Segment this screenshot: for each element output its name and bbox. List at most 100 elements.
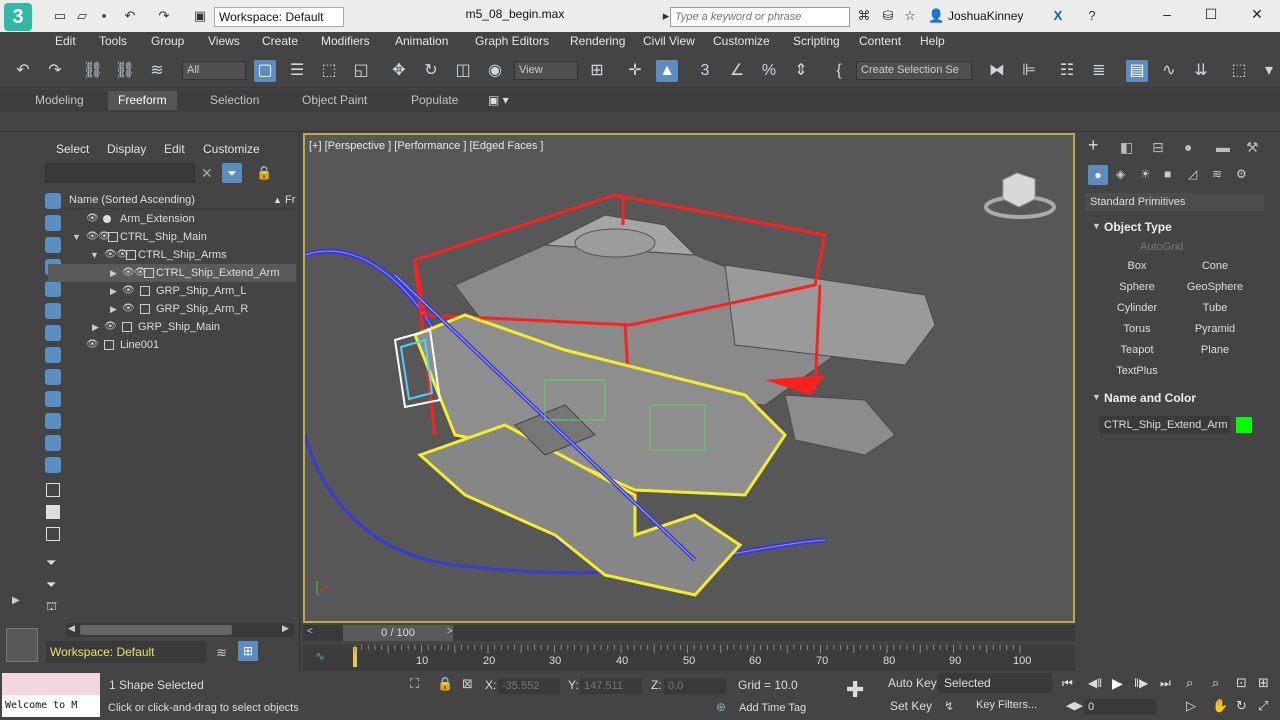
new-file-icon[interactable]: ▭ <box>52 8 68 24</box>
tab-freeform[interactable]: Freeform <box>108 91 177 110</box>
object-name-field[interactable]: CTRL_Ship_Extend_Arm <box>1100 416 1230 434</box>
bind-space-warp-icon[interactable]: ≋ <box>146 60 168 82</box>
display-tab-icon[interactable]: ▬ <box>1216 139 1230 155</box>
time-slider-thumb[interactable]: 0 / 100 <box>343 625 453 641</box>
menu-graph-editors[interactable]: Graph Editors <box>475 34 549 48</box>
y-coordinate-field[interactable]: 147.511 <box>580 678 642 694</box>
tree-row[interactable]: 👁 Arm_Extension <box>48 210 296 228</box>
explorer-workspace-dropdown[interactable]: Workspace: Default <box>46 641 206 663</box>
go-to-end-icon[interactable]: ⏭ <box>1160 676 1171 691</box>
window-crossing-icon[interactable]: ◱ <box>350 60 372 82</box>
close-button[interactable]: ✕ <box>1242 4 1272 24</box>
textplus-button[interactable]: TextPlus <box>1104 362 1170 380</box>
curve-editor-icon[interactable]: ∿ <box>1158 60 1180 82</box>
shapes-icon[interactable]: ◈ <box>1116 167 1125 181</box>
x-coordinate-field[interactable]: -35.552 <box>498 678 560 694</box>
scroll-left-icon[interactable]: ◀ <box>68 623 75 634</box>
visibility-eye-icon[interactable]: 👁 <box>122 300 135 318</box>
pyramid-button[interactable]: Pyramid <box>1182 320 1248 338</box>
collapse-caret-icon[interactable]: ▼ <box>90 246 99 264</box>
align-icon[interactable]: ⊫ <box>1018 60 1040 82</box>
menu-rendering[interactable]: Rendering <box>570 34 625 48</box>
tube-button[interactable]: Tube <box>1182 299 1248 317</box>
modify-tab-icon[interactable]: ◧ <box>1120 139 1133 156</box>
schematic-view-icon[interactable]: ⇊ <box>1190 60 1212 82</box>
rotate-icon[interactable]: ↻ <box>420 60 442 82</box>
previous-frame-icon[interactable]: ◀‖ <box>1088 676 1102 690</box>
move-icon[interactable]: ✥ <box>388 60 410 82</box>
menu-create[interactable]: Create <box>262 34 298 48</box>
select-by-name-icon[interactable]: ☰ <box>286 60 308 82</box>
explorer-search-input[interactable] <box>45 163 195 183</box>
project-folder-icon[interactable]: ▣ <box>192 8 208 24</box>
toggle-ribbon-icon[interactable]: ▤ <box>1126 60 1148 82</box>
undo-icon[interactable]: ↶ <box>12 60 34 82</box>
keyboard-shortcut-override-icon[interactable]: ▲ <box>656 60 678 82</box>
scrollbar-thumb[interactable] <box>80 625 232 635</box>
expand-caret-icon[interactable]: ▶ <box>92 318 99 336</box>
create-tab-icon[interactable]: + <box>1088 135 1099 156</box>
visibility-eye-icon[interactable]: 👁 <box>104 318 117 336</box>
space-warps-icon[interactable]: ≋ <box>1212 167 1222 181</box>
current-frame-field[interactable]: 0 <box>1084 699 1156 715</box>
go-to-start-icon[interactable]: ⏮ <box>1062 676 1073 691</box>
place-icon[interactable]: ◉ <box>484 60 506 82</box>
column-name[interactable]: Name (Sorted Ascending) <box>69 191 195 209</box>
key-tangent-icon[interactable]: ↯ <box>944 699 954 713</box>
link-icon[interactable]: ⛓ <box>82 60 104 82</box>
explorer-tab-edit[interactable]: Edit <box>164 142 185 156</box>
menu-tools[interactable]: Tools <box>99 34 127 48</box>
select-manipulate-icon[interactable]: ✛ <box>624 60 646 82</box>
display-hidden-icon[interactable] <box>45 457 61 473</box>
viewport-label[interactable]: [+] [Perspective ] [Performance ] [Edged… <box>309 140 543 152</box>
menu-civil-view[interactable]: Civil View <box>643 34 695 48</box>
plane-button[interactable]: Plane <box>1182 341 1248 359</box>
set-keys-icon[interactable]: ✚ <box>846 677 864 703</box>
rollout-collapse-icon[interactable]: ▼ <box>1092 392 1101 402</box>
menu-help[interactable]: Help <box>920 34 945 48</box>
display-none-all-icon[interactable] <box>46 505 60 519</box>
maxscript-listener-top[interactable] <box>2 673 100 695</box>
maximize-button[interactable]: ☐ <box>1196 4 1226 24</box>
zoom-all-icon[interactable]: ⌕ <box>1212 675 1219 691</box>
field-of-view-icon[interactable]: ▷ <box>1186 698 1196 714</box>
binoculars-icon[interactable]: ⌘ <box>856 8 872 24</box>
sort-ascending-icon[interactable]: ▲ <box>273 191 282 209</box>
lock-icon[interactable]: 🔒 <box>256 165 272 181</box>
redo-icon[interactable]: ↷ <box>156 8 172 24</box>
layer-icon[interactable]: ≋ <box>216 645 227 661</box>
edit-named-selection-icon[interactable]: { <box>828 60 850 82</box>
user-name[interactable]: JoshuaKinney <box>948 9 1023 23</box>
sphere-button[interactable]: Sphere <box>1104 278 1170 296</box>
hierarchy-tab-icon[interactable]: ⊟ <box>1152 139 1164 156</box>
ribbon-options-icon[interactable]: ▣ ▾ <box>488 93 509 107</box>
box-button[interactable]: Box <box>1104 257 1170 275</box>
object-color-swatch[interactable] <box>1236 417 1252 433</box>
display-all-icon[interactable] <box>46 483 60 497</box>
visibility-eye-icon[interactable]: 👁 <box>86 336 99 354</box>
undo-icon[interactable]: ↶ <box>122 8 138 24</box>
maximize-viewport-icon[interactable]: ⤢ <box>1258 698 1268 714</box>
tree-row[interactable]: ▶ 👁 GRP_Ship_Main <box>48 318 296 336</box>
unlink-icon[interactable]: ⛓ <box>114 60 136 82</box>
zoom-icon[interactable]: ⌕ <box>1186 675 1193 691</box>
autogrid-checkbox[interactable]: AutoGrid <box>1140 241 1183 253</box>
explorer-column-header[interactable]: Name (Sorted Ascending) ▲ Fr <box>65 191 295 209</box>
object-type-title[interactable]: Object Type <box>1104 220 1172 234</box>
percent-snap-icon[interactable]: % <box>758 60 780 82</box>
hierarchy-icon[interactable]: ⊞ <box>238 641 258 661</box>
menu-animation[interactable]: Animation <box>395 34 448 48</box>
layer-explorer-icon[interactable]: ≣ <box>1088 60 1110 82</box>
column-frozen[interactable]: Fr <box>285 191 295 209</box>
perspective-viewport[interactable]: [+] [Perspective ] [Performance ] [Edged… <box>303 133 1075 623</box>
tab-modeling[interactable]: Modeling <box>35 93 84 107</box>
time-prev-icon[interactable]: < <box>307 626 313 637</box>
auto-key-button[interactable]: Auto Key <box>888 676 937 690</box>
set-key-button[interactable]: Set Key <box>890 699 932 713</box>
pivot-center-icon[interactable]: ⊞ <box>586 60 608 82</box>
name-and-color-title[interactable]: Name and Color <box>1104 391 1196 405</box>
subscription-icon[interactable]: ⛁ <box>880 8 896 24</box>
display-frozen-icon[interactable] <box>45 435 61 451</box>
key-filters-button[interactable]: Key Filters... <box>976 699 1037 711</box>
time-next-icon[interactable]: > <box>447 626 453 637</box>
